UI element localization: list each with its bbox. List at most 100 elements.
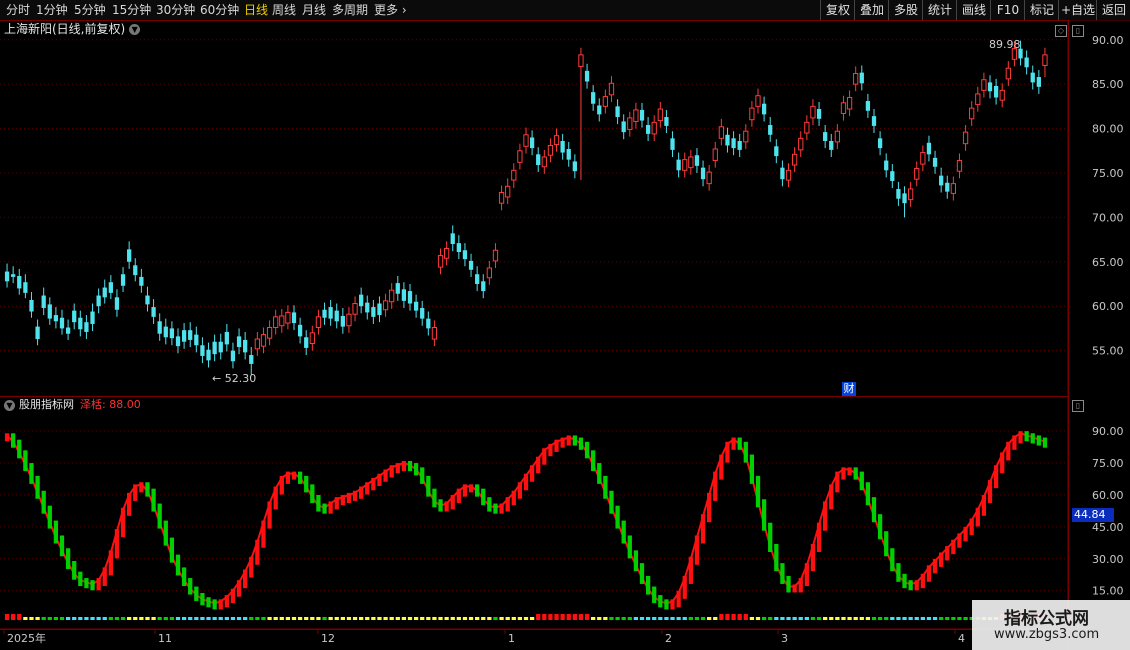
candle-body[interactable] — [749, 107, 755, 121]
indicator-bar[interactable] — [676, 590, 681, 608]
candle-body[interactable] — [59, 317, 65, 329]
candle-body[interactable] — [553, 135, 560, 146]
indicator-bar[interactable] — [713, 471, 718, 501]
candle-body[interactable] — [29, 299, 34, 312]
indicator-bar[interactable] — [255, 539, 260, 565]
candle-body[interactable] — [926, 142, 932, 155]
indicator-bar[interactable] — [908, 580, 913, 591]
indicator-bar[interactable] — [475, 484, 480, 497]
indicator-bar[interactable] — [707, 492, 712, 523]
indicator-bar[interactable] — [1030, 433, 1035, 444]
candle-body[interactable] — [65, 327, 71, 334]
candle-body[interactable] — [810, 105, 816, 119]
finance-event-marker[interactable]: 财 — [842, 382, 856, 396]
indicator-bar[interactable] — [603, 475, 608, 499]
candle-body[interactable] — [731, 138, 736, 149]
indicator-bar[interactable] — [84, 578, 89, 589]
indicator-bar[interactable] — [1000, 452, 1005, 474]
candle-body[interactable] — [1030, 72, 1035, 83]
indicator-bar[interactable] — [322, 503, 327, 514]
candle-body[interactable] — [505, 185, 511, 198]
candle-body[interactable] — [962, 131, 969, 145]
candle-body[interactable] — [486, 267, 493, 279]
candle-body[interactable] — [566, 148, 571, 160]
indicator-bar[interactable] — [658, 595, 663, 608]
candle-body[interactable] — [481, 281, 486, 292]
candle-body[interactable] — [260, 334, 267, 347]
indicator-bar[interactable] — [639, 563, 645, 584]
candle-body[interactable] — [743, 130, 749, 143]
indicator-bar[interactable] — [426, 475, 431, 497]
chart-canvas[interactable]: 55.00 60.00 65.00 70.00 75.00 80.00 85.00 90.00… — [0, 0, 1130, 650]
indicator-bar[interactable] — [890, 548, 895, 572]
indicator-bar[interactable] — [774, 544, 779, 572]
indicator-bar[interactable] — [279, 475, 284, 495]
candle-body[interactable] — [279, 315, 285, 327]
candle-body[interactable] — [602, 96, 609, 107]
candle-body[interactable] — [200, 345, 205, 356]
candle-body[interactable] — [72, 310, 77, 323]
candle-body[interactable] — [560, 141, 565, 153]
candle-body[interactable] — [145, 295, 150, 305]
indicator-bar[interactable] — [798, 578, 803, 593]
indicator-bar[interactable] — [11, 433, 16, 448]
candle-body[interactable] — [780, 167, 785, 180]
indicator-bar[interactable] — [823, 501, 828, 531]
indicator-bar[interactable] — [1018, 431, 1023, 444]
indicator-bar[interactable] — [841, 467, 846, 480]
indicator-bar[interactable] — [120, 507, 126, 538]
candle-body[interactable] — [859, 72, 864, 84]
indicator-bar[interactable] — [584, 441, 590, 459]
indicator-bar[interactable] — [432, 488, 437, 508]
candle-body[interactable] — [443, 247, 450, 259]
indicator-bar[interactable] — [786, 575, 791, 593]
candle-body[interactable] — [102, 287, 107, 298]
indicator-bar[interactable] — [804, 563, 809, 587]
candle-body[interactable] — [35, 326, 40, 340]
indicator-bar[interactable] — [749, 454, 755, 484]
candle-body[interactable] — [511, 169, 517, 181]
candle-body[interactable] — [987, 82, 993, 92]
candle-body[interactable] — [975, 93, 981, 106]
indicator-bar[interactable] — [884, 531, 889, 557]
indicator-bar[interactable] — [743, 441, 748, 463]
candle-body[interactable] — [334, 310, 339, 322]
candle-body[interactable] — [541, 156, 547, 168]
candle-body[interactable] — [401, 289, 407, 301]
indicator-bar[interactable] — [615, 505, 620, 529]
indicator-bar[interactable] — [377, 473, 382, 486]
indicator-bar[interactable] — [17, 439, 22, 459]
indicator-bar[interactable] — [755, 475, 761, 508]
indicator-title[interactable]: ▼ 股朋指标网 泽栝: 88.00 — [4, 398, 141, 412]
indicator-bar[interactable] — [670, 599, 675, 610]
indicator-bar[interactable] — [1036, 435, 1041, 446]
indicator-bar[interactable] — [1006, 441, 1011, 461]
candle-body[interactable] — [591, 92, 596, 104]
indicator-bar[interactable] — [523, 473, 529, 491]
candle-body[interactable] — [688, 156, 694, 169]
indicator-bar[interactable] — [444, 501, 449, 512]
candle-body[interactable] — [1005, 67, 1011, 80]
indicator-bar[interactable] — [267, 501, 272, 529]
candle-body[interactable] — [1036, 77, 1041, 87]
candle-body[interactable] — [877, 138, 883, 149]
indicator-bar[interactable] — [548, 443, 553, 457]
indicator-bar[interactable] — [346, 492, 352, 504]
candle-body[interactable] — [315, 316, 322, 329]
candle-body[interactable] — [798, 137, 804, 151]
indicator-bar[interactable] — [499, 503, 504, 514]
candle-body[interactable] — [706, 171, 712, 185]
indicator-bar[interactable] — [633, 550, 639, 572]
indicator-bar[interactable] — [23, 450, 28, 472]
candle-body[interactable] — [584, 70, 590, 82]
candle-body[interactable] — [352, 303, 358, 315]
candle-body[interactable] — [437, 255, 444, 268]
indicator-bar[interactable] — [993, 465, 999, 489]
candle-body[interactable] — [829, 141, 834, 150]
indicator-bar[interactable] — [29, 463, 34, 484]
candle-body[interactable] — [651, 121, 657, 135]
candle-body[interactable] — [11, 274, 16, 277]
indicator-bar[interactable] — [939, 552, 944, 567]
indicator-bar[interactable] — [768, 522, 773, 552]
candle-body[interactable] — [127, 249, 132, 262]
